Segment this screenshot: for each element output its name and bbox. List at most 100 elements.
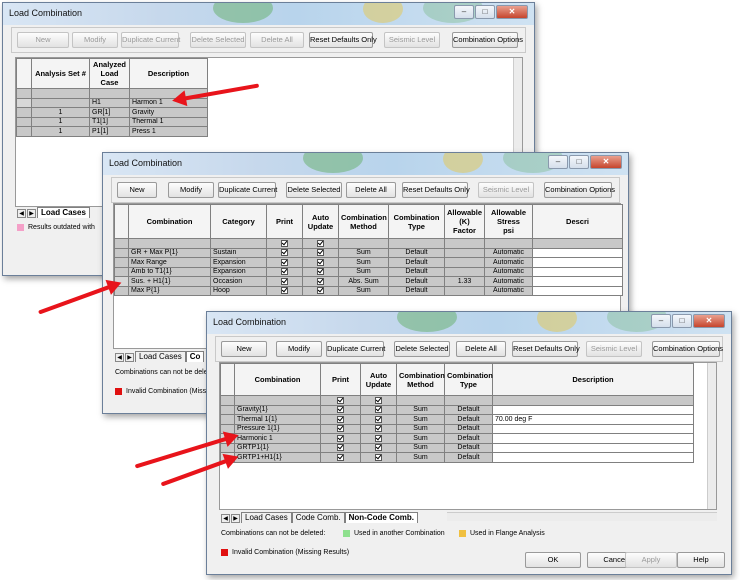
cell[interactable]: Sum [338, 266, 389, 277]
cell[interactable]: Default [444, 414, 493, 425]
cell[interactable]: Thermal 1{1} [234, 414, 321, 425]
delete-all-button[interactable]: Delete All [250, 32, 304, 48]
tab-left-icon[interactable]: ◀ [221, 514, 230, 523]
column-header[interactable]: Allowable (K) Factor [444, 204, 485, 239]
tab-code-comb[interactable]: Co [185, 351, 205, 362]
cell[interactable] [492, 423, 694, 434]
print-checkbox[interactable] [281, 277, 288, 285]
new-button[interactable]: New [17, 32, 69, 48]
auto-update-checkbox[interactable] [375, 415, 382, 423]
delete-all-button[interactable]: Delete All [346, 182, 396, 198]
apply-button[interactable]: Apply [625, 552, 677, 568]
maximize-icon[interactable]: □ [672, 314, 692, 328]
maximize-icon[interactable]: □ [569, 155, 589, 169]
cell[interactable]: Expansion [210, 257, 267, 268]
auto-update-checkbox[interactable] [375, 444, 382, 452]
cell[interactable]: Automatic [484, 276, 533, 287]
cell[interactable]: Max P{1} [128, 285, 211, 296]
combination-options-button[interactable]: Combination Options [652, 341, 723, 357]
column-header[interactable]: Combination Method [396, 363, 445, 396]
delete-all-button[interactable]: Delete All [456, 341, 506, 357]
print-checkbox[interactable] [281, 268, 288, 276]
cell[interactable]: Expansion [210, 266, 267, 277]
column-header[interactable]: Description [129, 58, 208, 89]
tab-right-icon[interactable]: ▶ [231, 514, 240, 523]
cell[interactable]: Sum [396, 442, 445, 453]
tab-load-cases[interactable]: Load Cases [135, 351, 186, 362]
print-checkbox[interactable] [337, 444, 344, 452]
print-checkbox[interactable] [281, 239, 288, 247]
cell[interactable]: GRTP1+H1{1} [234, 452, 321, 463]
seismic-level-button[interactable]: Seismic Level [384, 32, 440, 48]
tab-left-icon[interactable]: ◀ [115, 353, 124, 362]
table-row[interactable]: Thermal 1{1} Sum Default 70.00 deg F [220, 414, 694, 425]
seismic-level-button[interactable]: Seismic Level [586, 341, 642, 357]
cell[interactable] [444, 257, 485, 268]
cell[interactable]: Automatic [484, 257, 533, 268]
print-checkbox[interactable] [281, 287, 288, 295]
cell[interactable]: T1[1] [89, 116, 130, 127]
auto-update-checkbox[interactable] [375, 425, 382, 433]
tab-left-icon[interactable]: ◀ [17, 209, 26, 218]
tab-load-cases[interactable]: Load Cases [37, 207, 90, 218]
column-header[interactable]: Combination Method [338, 204, 389, 239]
cell[interactable]: Default [444, 404, 493, 415]
cell[interactable]: Abs. Sum [338, 276, 389, 287]
column-header[interactable]: Analysis Set # [31, 58, 90, 89]
cell[interactable]: Sus. + H1{1} [128, 276, 211, 287]
column-header[interactable]: Print [266, 204, 303, 239]
print-checkbox[interactable] [337, 396, 344, 404]
cell[interactable]: GR[1] [89, 107, 130, 118]
column-header[interactable]: Combination [128, 204, 211, 239]
auto-update-checkbox[interactable] [317, 268, 324, 276]
column-header[interactable]: Auto Update [360, 363, 397, 396]
delete-selected-button[interactable]: Delete Selected [394, 341, 450, 357]
combination-options-button[interactable]: Combination Options [452, 32, 523, 48]
table-row[interactable]: GR + Max P{1} Sustain Sum Default Automatic [114, 247, 623, 258]
cell[interactable]: Sum [338, 285, 389, 296]
cell[interactable]: Sustain [210, 247, 267, 258]
print-checkbox[interactable] [281, 258, 288, 266]
auto-update-checkbox[interactable] [375, 406, 382, 414]
auto-update-checkbox[interactable] [375, 396, 382, 404]
auto-update-checkbox[interactable] [317, 249, 324, 257]
cell[interactable]: 1.33 [444, 276, 485, 287]
table-row[interactable]: Gravity{1} Sum Default [220, 404, 694, 415]
cell[interactable]: Default [388, 247, 445, 258]
cell[interactable]: Gravity [129, 107, 208, 118]
table-row[interactable]: Sus. + H1{1} Occasion Abs. Sum Default 1.33 A… [114, 276, 623, 287]
cell[interactable]: Sum [396, 404, 445, 415]
cell[interactable]: Sum [338, 247, 389, 258]
table-row[interactable]: GRTP1{1} Sum Default [220, 442, 694, 453]
cell[interactable]: Occasion [210, 276, 267, 287]
cell[interactable]: Default [388, 266, 445, 277]
table-row[interactable]: 1 T1[1] Thermal 1 [16, 116, 208, 127]
cell[interactable] [492, 404, 694, 415]
column-header[interactable]: Combination Type [444, 363, 493, 396]
column-header[interactable]: Combination Type [388, 204, 445, 239]
column-header[interactable]: Descri [532, 204, 623, 239]
minimize-icon[interactable]: – [651, 314, 671, 328]
print-checkbox[interactable] [281, 249, 288, 257]
combination-options-button[interactable]: Combination Options [544, 182, 615, 198]
auto-update-checkbox[interactable] [375, 434, 382, 442]
table-row[interactable]: GRTP1+H1{1} Sum Default [220, 452, 694, 463]
auto-update-checkbox[interactable] [317, 239, 324, 247]
cell[interactable]: Default [444, 442, 493, 453]
print-checkbox[interactable] [337, 406, 344, 414]
cell[interactable]: Gravity{1} [234, 404, 321, 415]
cell[interactable]: Sum [396, 414, 445, 425]
modify-button[interactable]: Modify [168, 182, 214, 198]
cell[interactable]: Default [444, 423, 493, 434]
cell[interactable]: Harmonic 1 [234, 433, 321, 444]
table-row[interactable]: Pressure 1{1} Sum Default [220, 423, 694, 434]
duplicate-current-button[interactable]: Duplicate Current [326, 341, 385, 357]
tab-right-icon[interactable]: ▶ [125, 353, 134, 362]
tab-load-cases[interactable]: Load Cases [241, 512, 292, 523]
minimize-icon[interactable]: – [454, 5, 474, 19]
cell[interactable] [492, 433, 694, 444]
cell[interactable]: Sum [338, 257, 389, 268]
cell[interactable]: Thermal 1 [129, 116, 208, 127]
cell[interactable]: P1[1] [89, 126, 130, 137]
cell[interactable]: 1 [31, 126, 90, 137]
